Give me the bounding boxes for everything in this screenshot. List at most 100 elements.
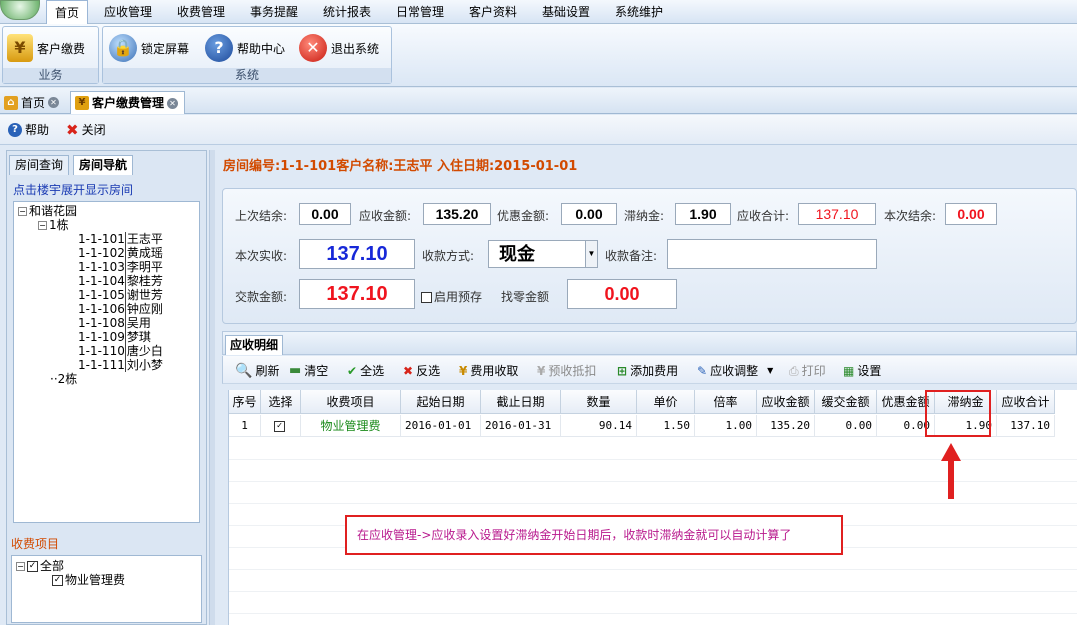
tree-room-item[interactable]: 1-1-108 吴用 bbox=[64, 316, 151, 330]
print-button[interactable]: ⎙ 打印 bbox=[789, 362, 826, 380]
invert-select-label: 反选 bbox=[416, 364, 441, 378]
cross-icon: ✖ bbox=[403, 364, 414, 378]
tree-room-item[interactable]: 1-1-109 梦琪 bbox=[64, 330, 151, 344]
grid-header-cell[interactable]: 应收合计 bbox=[997, 390, 1055, 414]
menu-receivable[interactable]: 应收管理 bbox=[96, 0, 160, 24]
collapse-icon[interactable]: − bbox=[18, 207, 27, 216]
collapse-icon[interactable]: − bbox=[38, 221, 47, 230]
refresh-button[interactable]: 🔍 刷新 bbox=[235, 362, 279, 380]
discount-field[interactable]: 0.00 bbox=[561, 203, 617, 225]
grid-cell[interactable]: 90.14 bbox=[561, 415, 637, 437]
grid-cell[interactable]: 1 bbox=[229, 415, 261, 437]
menu-home[interactable]: 首页 bbox=[46, 0, 89, 25]
actual-received-field[interactable]: 137.10 bbox=[299, 239, 415, 269]
menu-charge[interactable]: 收费管理 bbox=[169, 0, 233, 24]
document-tab-bar: ⌂ 首页 ✕ ¥ 客户缴费管理 ✕ bbox=[0, 88, 1077, 114]
help-center-button[interactable]: ? 帮助中心 bbox=[205, 31, 285, 65]
tree-room-item[interactable]: 1-1-106 钟应刚 bbox=[64, 302, 163, 316]
tree-room-item[interactable]: 1-1-105 谢世芳 bbox=[64, 288, 163, 302]
tree-room-item[interactable]: 1-1-104 黎桂芳 bbox=[64, 274, 163, 288]
grid-header-cell[interactable]: 截止日期 bbox=[481, 390, 561, 414]
settings-button[interactable]: ▦ 设置 bbox=[843, 362, 881, 380]
this-balance-field[interactable]: 0.00 bbox=[945, 203, 997, 225]
pay-remark-field[interactable] bbox=[667, 239, 877, 269]
checkbox-checked-icon[interactable]: ✓ bbox=[274, 420, 285, 432]
checkbox-checked-icon[interactable]: ✓ bbox=[52, 575, 63, 586]
total-field[interactable]: 137.10 bbox=[798, 203, 876, 225]
yen-icon: ¥ bbox=[537, 364, 546, 378]
grid-cell[interactable]: 2016-01-31 bbox=[481, 415, 561, 437]
fee-item-node[interactable]: ✓ 物业管理费 bbox=[52, 573, 125, 587]
tree-room-item[interactable]: 1-1-103 李明平 bbox=[64, 260, 163, 274]
menu-reminder[interactable]: 事务提醒 bbox=[242, 0, 306, 24]
adjust-button[interactable]: ✎ 应收调整 ▼ bbox=[697, 362, 773, 380]
grid-cell[interactable]: 135.20 bbox=[757, 415, 815, 437]
change-field[interactable]: 0.00 bbox=[567, 279, 677, 309]
tab-receivable-detail[interactable]: 应收明细 bbox=[225, 335, 284, 355]
grid-cell[interactable]: 0.00 bbox=[815, 415, 877, 437]
grid-header-cell[interactable]: 单价 bbox=[637, 390, 695, 414]
tree-room-item[interactable]: 1-1-101 王志平 bbox=[64, 232, 163, 246]
add-fee-button[interactable]: ⊞ 添加费用 bbox=[617, 362, 678, 380]
fee-items-tree[interactable]: − ✓ 全部 ✓ 物业管理费 bbox=[11, 555, 202, 623]
tab-home[interactable]: ⌂ 首页 ✕ bbox=[0, 91, 65, 114]
room-number: 1-1-106 bbox=[78, 302, 125, 316]
grid-cell[interactable]: 1.50 bbox=[637, 415, 695, 437]
menu-settings[interactable]: 基础设置 bbox=[534, 0, 598, 24]
grid-header-cell[interactable]: 收费项目 bbox=[301, 390, 401, 414]
grid-cell[interactable]: 137.10 bbox=[997, 415, 1055, 437]
tree-room-item[interactable]: 1-1-111 刘小梦 bbox=[64, 358, 163, 372]
invert-select-button[interactable]: ✖ 反选 bbox=[403, 362, 440, 380]
grid-header-cell[interactable]: 应收金额 bbox=[757, 390, 815, 414]
paid-amount-field[interactable]: 137.10 bbox=[299, 279, 415, 309]
tab-room-nav[interactable]: 房间导航 bbox=[73, 155, 134, 175]
app-logo-icon[interactable] bbox=[0, 0, 40, 20]
checkbox-checked-icon[interactable]: ✓ bbox=[27, 561, 38, 572]
fee-items-title: 收费项目 bbox=[11, 537, 60, 551]
grid-cell[interactable]: 2016-01-01 bbox=[401, 415, 481, 437]
tree-node-building-2[interactable]: ··2栋 bbox=[50, 372, 77, 386]
tree-room-item[interactable]: 1-1-110 唐少白 bbox=[64, 344, 163, 358]
checkbox-unchecked-icon[interactable] bbox=[421, 292, 432, 303]
tree-room-item[interactable]: 1-1-102 黄成瑶 bbox=[64, 246, 163, 260]
grid-cell[interactable]: 1.00 bbox=[695, 415, 757, 437]
select-all-button[interactable]: ✔ 全选 bbox=[347, 362, 384, 380]
tab-customer-pay[interactable]: ¥ 客户缴费管理 ✕ bbox=[70, 91, 186, 114]
customer-pay-button[interactable]: ¥ 客户缴费 bbox=[7, 31, 85, 65]
collapse-icon[interactable]: − bbox=[16, 562, 25, 571]
grid-header-cell[interactable]: 倍率 bbox=[695, 390, 757, 414]
fee-all-node[interactable]: − ✓ 全部 bbox=[16, 559, 64, 573]
close-icon[interactable]: ✕ bbox=[48, 97, 60, 108]
close-button[interactable]: ✖ 关闭 bbox=[66, 121, 106, 139]
grid-cell[interactable]: 物业管理费 bbox=[301, 415, 401, 437]
grid-header-cell[interactable]: 数量 bbox=[561, 390, 637, 414]
lock-screen-button[interactable]: 🔒 锁定屏幕 bbox=[109, 31, 189, 65]
pay-method-select[interactable]: 现金 ▼ bbox=[488, 240, 598, 268]
grid-header-cell[interactable]: 缓交金额 bbox=[815, 390, 877, 414]
tab-room-query[interactable]: 房间查询 bbox=[9, 155, 70, 175]
late-fee-field[interactable]: 1.90 bbox=[675, 203, 731, 225]
grid-header-cell[interactable]: 起始日期 bbox=[401, 390, 481, 414]
exit-system-button[interactable]: ✕ 退出系统 bbox=[299, 31, 379, 65]
clear-button[interactable]: ▬ 清空 bbox=[289, 362, 328, 380]
grid-header-cell[interactable]: 序号 bbox=[229, 390, 261, 414]
collect-fee-button[interactable]: ¥ 费用收取 bbox=[459, 362, 518, 380]
tree-node-root[interactable]: − 和谐花园 bbox=[18, 204, 77, 218]
close-icon[interactable]: ✕ bbox=[167, 97, 179, 109]
room-tree[interactable]: − 和谐花园 −1栋 ··2栋 1-1-101 王志平 1-1-102 黄成瑶 1-1-1… bbox=[13, 201, 200, 523]
menu-customer[interactable]: 客户资料 bbox=[461, 0, 525, 24]
prepay-deduct-button[interactable]: ¥ 预收抵扣 bbox=[537, 362, 596, 380]
receivable-field[interactable]: 135.20 bbox=[423, 203, 491, 225]
help-button[interactable]: ? 帮助 bbox=[8, 121, 49, 139]
last-balance-field[interactable]: 0.00 bbox=[299, 203, 351, 225]
chevron-down-icon[interactable]: ▼ bbox=[767, 362, 773, 380]
row-select-checkbox[interactable]: ✓ bbox=[261, 415, 301, 437]
tree-node-building-1[interactable]: −1栋 bbox=[38, 218, 69, 232]
menu-maintenance[interactable]: 系统维护 bbox=[607, 0, 671, 24]
grid-header-cell[interactable]: 选择 bbox=[261, 390, 301, 414]
menu-report[interactable]: 统计报表 bbox=[315, 0, 379, 24]
prepay-checkbox[interactable]: 启用预存 bbox=[421, 288, 482, 305]
menu-daily[interactable]: 日常管理 bbox=[388, 0, 452, 24]
panel-splitter[interactable] bbox=[209, 150, 215, 625]
chevron-down-icon[interactable]: ▼ bbox=[585, 241, 597, 267]
